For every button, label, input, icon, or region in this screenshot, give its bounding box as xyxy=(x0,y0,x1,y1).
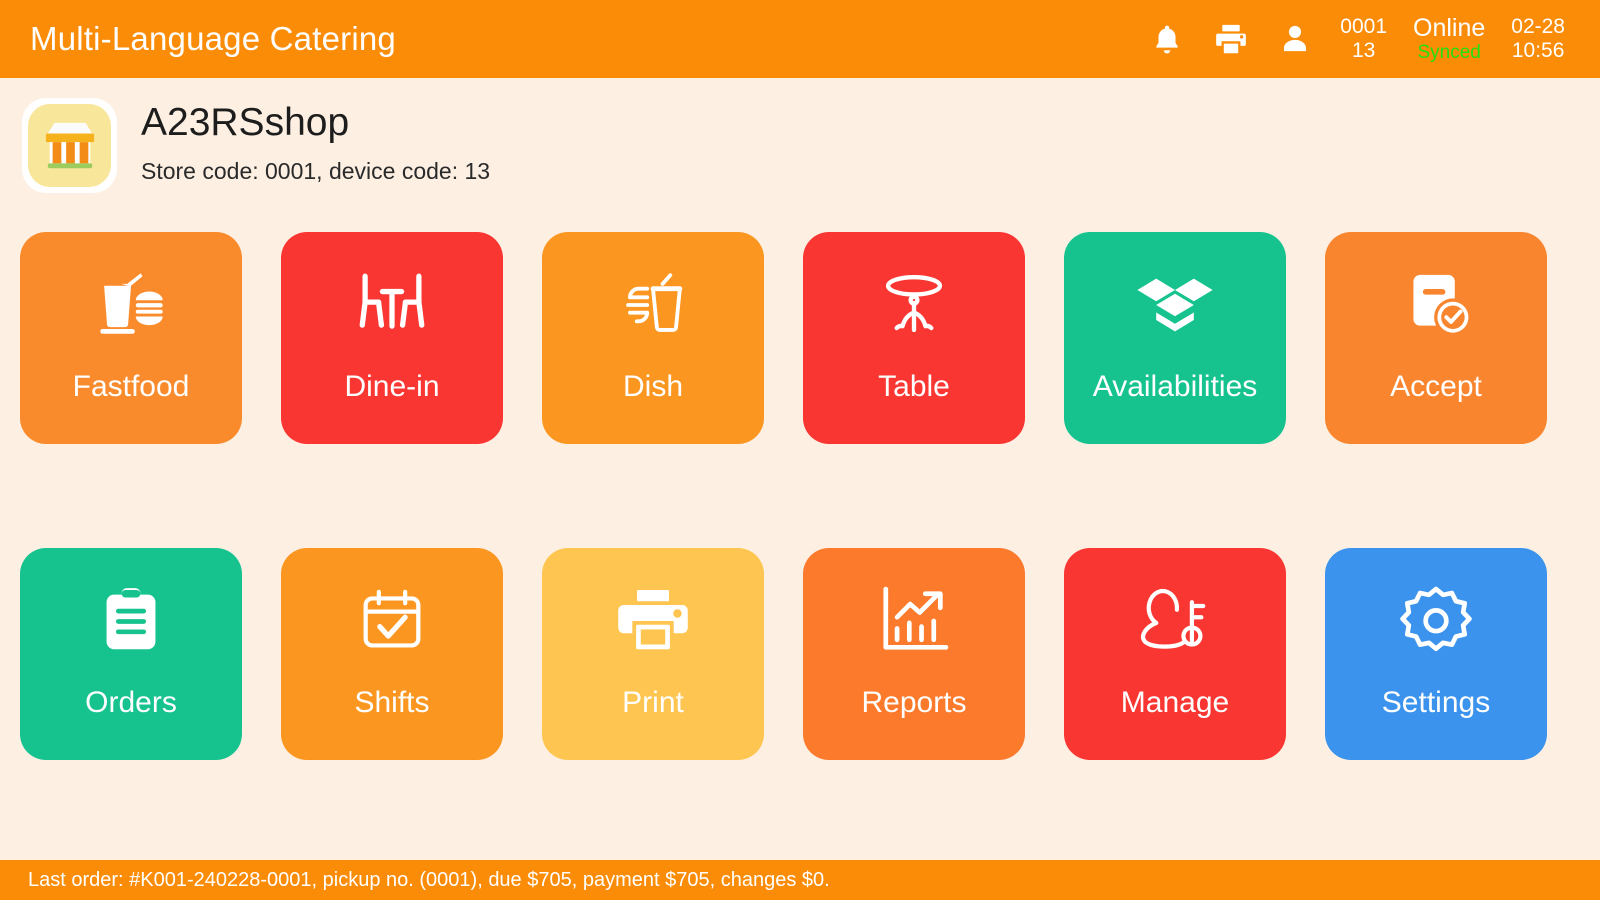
tile-dine-in[interactable]: Dine-in xyxy=(281,232,503,444)
tile-label: Table xyxy=(878,370,950,403)
store-code-line: Store code: 0001, device code: 13 xyxy=(141,158,491,185)
tile-print[interactable]: Print xyxy=(542,548,764,760)
last-order-text: Last order: #K001-240228-0001, pickup no… xyxy=(28,868,830,891)
tile-label: Accept xyxy=(1390,370,1482,403)
storefront-icon xyxy=(28,104,111,187)
store-device-code-status: 0001 13 xyxy=(1327,15,1400,62)
store-code-value: 0001 xyxy=(1340,15,1388,39)
tile-shifts[interactable]: Shifts xyxy=(281,548,503,760)
online-status-label: Online xyxy=(1413,14,1486,43)
connection-status: Online Synced xyxy=(1400,14,1498,63)
tile-label: Manage xyxy=(1120,686,1230,719)
store-logo xyxy=(22,98,117,193)
tile-label: Orders xyxy=(85,686,177,719)
round-table-icon xyxy=(803,232,1025,372)
gear-icon xyxy=(1325,548,1547,688)
tile-accept[interactable]: Accept xyxy=(1325,232,1547,444)
status-bar: Last order: #K001-240228-0001, pickup no… xyxy=(0,860,1600,900)
open-box-icon xyxy=(1064,232,1286,372)
tile-label: Shifts xyxy=(354,686,430,719)
store-text-block: A23RSshop Store code: 0001, device code:… xyxy=(117,94,490,185)
tile-orders[interactable]: Orders xyxy=(20,548,242,760)
datetime-display: 02-28 10:56 xyxy=(1498,15,1578,62)
tile-settings[interactable]: Settings xyxy=(1325,548,1547,760)
tile-availabilities[interactable]: Availabilities xyxy=(1064,232,1286,444)
table-and-chairs-icon xyxy=(281,232,503,372)
tile-fastfood[interactable]: Fastfood xyxy=(20,232,242,444)
app-screen: Multi-Language Catering 0001 13 Online S… xyxy=(0,0,1600,900)
printer-icon xyxy=(542,548,764,688)
device-code-value: 13 xyxy=(1351,39,1376,62)
tile-reports[interactable]: Reports xyxy=(803,548,1025,760)
tile-label: Fastfood xyxy=(72,370,190,403)
top-app-bar: Multi-Language Catering 0001 13 Online S… xyxy=(0,0,1600,78)
person-icon[interactable] xyxy=(1263,9,1327,69)
date-label: 02-28 xyxy=(1511,15,1565,39)
bar-chart-trend-icon xyxy=(803,548,1025,688)
app-title: Multi-Language Catering xyxy=(30,20,396,57)
calendar-check-icon xyxy=(281,548,503,688)
tile-label: Dine-in xyxy=(344,370,440,403)
person-key-icon xyxy=(1064,548,1286,688)
store-header: A23RSshop Store code: 0001, device code:… xyxy=(0,78,1600,214)
tile-label: Availabilities xyxy=(1092,370,1258,403)
time-label: 10:56 xyxy=(1511,39,1565,62)
tile-dish[interactable]: Dish xyxy=(542,232,764,444)
bell-icon[interactable] xyxy=(1135,9,1199,69)
tile-label: Reports xyxy=(861,686,967,719)
clipboard-icon xyxy=(20,548,242,688)
tile-label: Print xyxy=(622,686,684,719)
main-menu-area: Fastfood Dine-in Dish Table Availabiliti… xyxy=(0,214,1600,860)
store-name: A23RSshop xyxy=(141,101,350,144)
tile-table[interactable]: Table xyxy=(803,232,1025,444)
document-check-icon xyxy=(1325,232,1547,372)
tile-label: Settings xyxy=(1381,686,1491,719)
sync-status-label: Synced xyxy=(1417,42,1481,64)
tile-manage[interactable]: Manage xyxy=(1064,548,1286,760)
drink-and-burger-icon xyxy=(20,232,242,372)
topbar-status-area: 0001 13 Online Synced 02-28 10:56 xyxy=(1135,9,1578,69)
burger-and-cup-icon xyxy=(542,232,764,372)
tile-label: Dish xyxy=(622,370,683,403)
tile-grid: Fastfood Dine-in Dish Table Availabiliti… xyxy=(20,232,1580,760)
printer-icon[interactable] xyxy=(1199,9,1263,69)
